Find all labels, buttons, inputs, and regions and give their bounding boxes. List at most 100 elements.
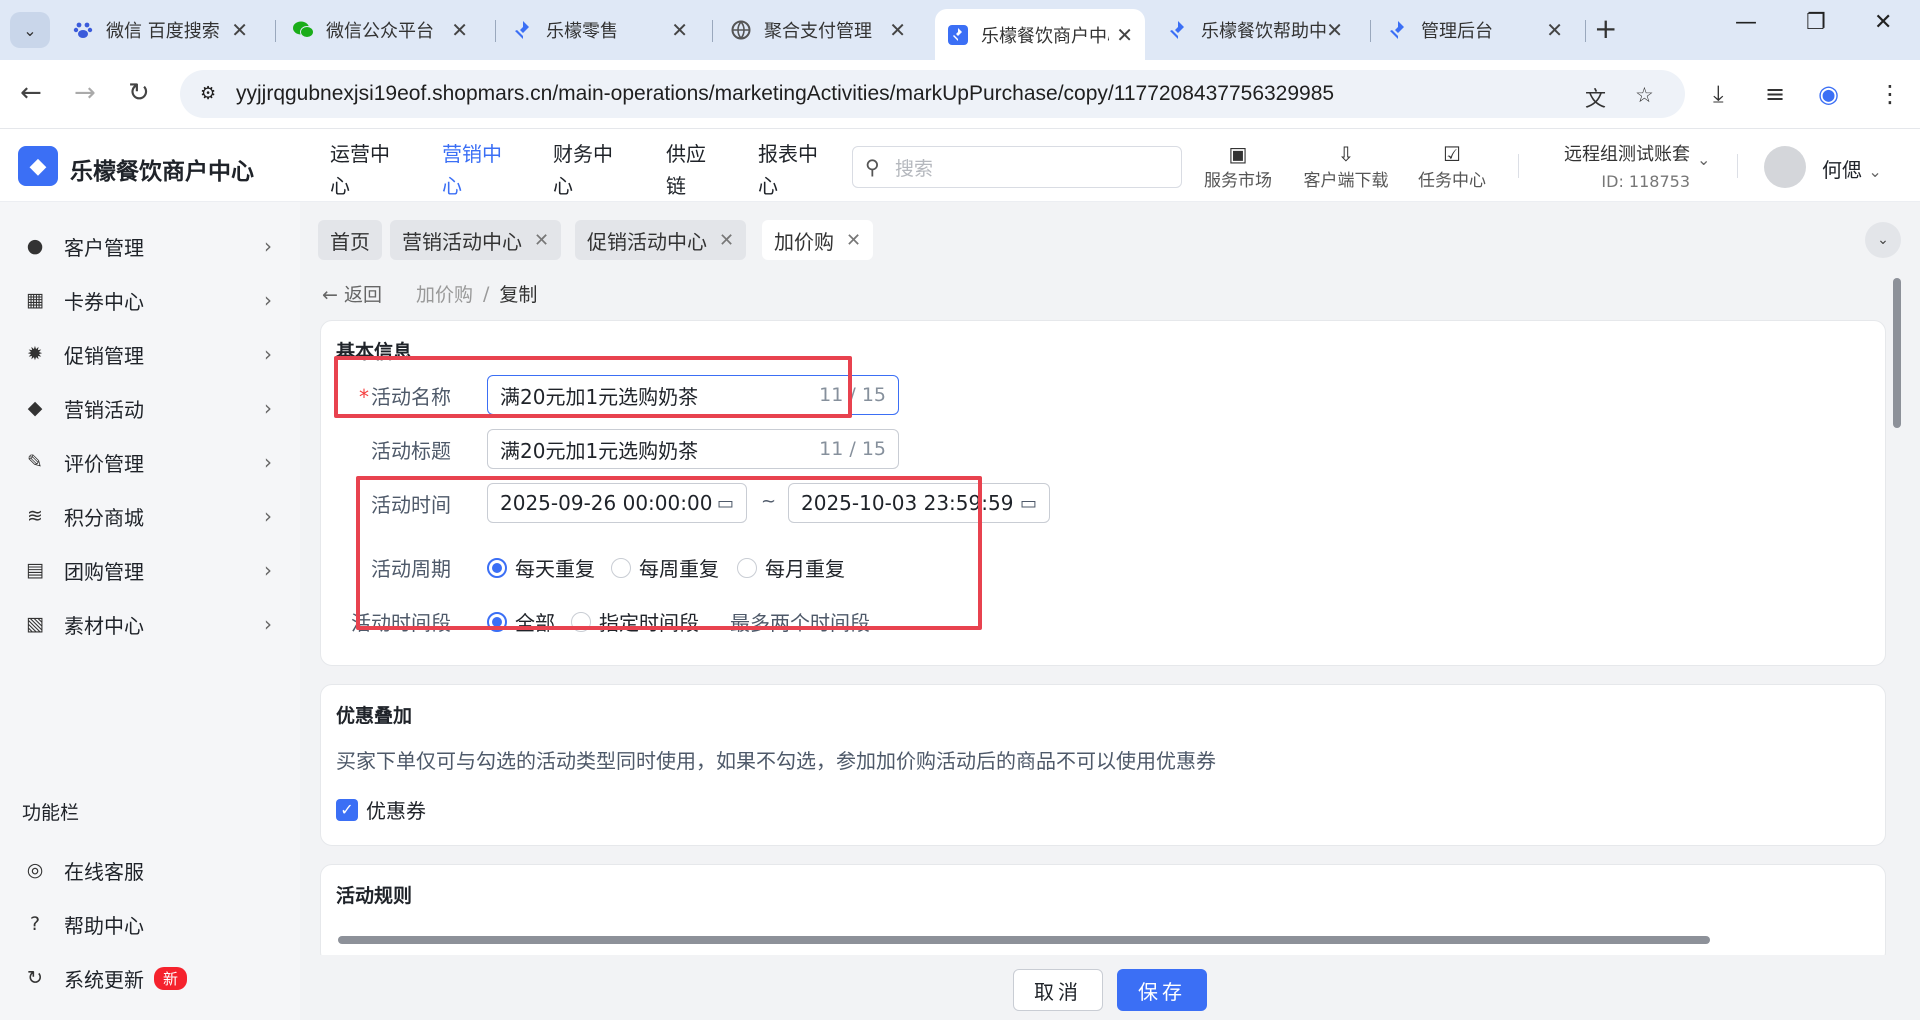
- avatar[interactable]: [1764, 146, 1806, 188]
- calendar-icon: ▭: [1019, 492, 1037, 514]
- vertical-scrollbar[interactable]: [1890, 266, 1904, 766]
- sidebar-item-group-buy[interactable]: ▤ 团购管理 ›: [0, 548, 300, 592]
- close-icon[interactable]: ✕: [451, 18, 468, 42]
- close-icon[interactable]: ✕: [1326, 18, 1343, 42]
- star-icon[interactable]: ☆: [1635, 83, 1654, 108]
- sidebar-item-marketing[interactable]: ◆ 营销活动 ›: [0, 386, 300, 430]
- sidebar-item-reviews[interactable]: ✎ 评价管理 ›: [0, 440, 300, 484]
- tab-divider: [1370, 20, 1371, 42]
- sidebar-item-materials[interactable]: ▧ 素材中心 ›: [0, 602, 300, 646]
- service-market-button[interactable]: ▣ 服务市场: [1196, 142, 1280, 191]
- browser-tab-active[interactable]: 乐檬餐饮商户中心 ✕: [935, 9, 1145, 60]
- restore-icon[interactable]: ❐: [1806, 10, 1826, 35]
- browser-tab[interactable]: 微信公众平台 ✕: [280, 9, 480, 51]
- page-tab-home[interactable]: 首页: [318, 220, 382, 260]
- wechat-icon: [292, 19, 314, 41]
- account-switcher[interactable]: 远程组测试账套 ID: 118753: [1555, 140, 1690, 191]
- discount-stacking-card: 优惠叠加 买家下单仅可与勾选的活动类型同时使用，如果不勾选，参加加价购活动后的商…: [320, 684, 1886, 846]
- edit-icon: ✎: [27, 451, 43, 473]
- browser-tab[interactable]: 聚合支付管理 ✕: [718, 9, 918, 51]
- close-icon[interactable]: ✕: [231, 18, 248, 42]
- radio-specified-period[interactable]: 指定时间段: [571, 607, 699, 636]
- minimize-icon[interactable]: —: [1735, 10, 1757, 35]
- close-icon[interactable]: ✕: [671, 18, 688, 42]
- page-tab-promotion-center[interactable]: 促销活动中心 ✕: [575, 220, 747, 260]
- task-center-button[interactable]: ☑ 任务中心: [1412, 142, 1492, 191]
- brand-logo-icon: ◆: [18, 146, 58, 186]
- topnav-marketing[interactable]: 营销中心: [442, 138, 514, 202]
- close-icon[interactable]: ✕: [534, 230, 549, 251]
- end-time-picker[interactable]: 2025-10-03 23:59:59 ▭: [788, 483, 1050, 523]
- radio-daily[interactable]: 每天重复: [487, 553, 595, 582]
- account-id: ID: 118753: [1601, 172, 1690, 191]
- horizontal-scrollbar[interactable]: [320, 933, 1880, 947]
- breadcrumb-item[interactable]: 加价购: [416, 280, 473, 307]
- basic-info-card: 基本信息 * 活动名称 满20元加1元选购奶茶 11 / 15 活动标题 满20元…: [320, 320, 1886, 666]
- window-close-icon[interactable]: ✕: [1874, 10, 1892, 35]
- coupon-checkbox[interactable]: ✓ 优惠券: [336, 795, 426, 824]
- back-link[interactable]: ← 返回: [322, 280, 382, 307]
- topnav-reports[interactable]: 报表中心: [758, 138, 830, 202]
- browser-tab[interactable]: 乐檬零售 ✕: [500, 9, 700, 51]
- sidebar-item-coupons[interactable]: ▦ 卡券中心 ›: [0, 278, 300, 322]
- activity-name-input[interactable]: 满20元加1元选购奶茶 11 / 15: [487, 375, 899, 415]
- header-divider: [1518, 154, 1519, 178]
- sidebar-item-system-update[interactable]: ↻ 系统更新新: [0, 956, 300, 1000]
- chevron-down-icon[interactable]: ⌄: [1697, 150, 1710, 169]
- close-icon[interactable]: ✕: [1116, 23, 1133, 47]
- topnav-supply[interactable]: 供应链: [666, 138, 714, 202]
- tab-search-button[interactable]: ⌄: [10, 12, 50, 48]
- chevron-down-icon[interactable]: ⌄: [1865, 222, 1901, 258]
- brand-name: 乐檬餐饮商户中心: [70, 159, 254, 185]
- profile-icon[interactable]: ◉: [1818, 80, 1839, 108]
- site-settings-icon[interactable]: ⚙: [200, 83, 216, 104]
- browser-tab[interactable]: 乐檬餐饮帮助中心 ✕: [1155, 9, 1355, 51]
- tab-divider: [712, 20, 713, 42]
- save-button[interactable]: 保存: [1117, 969, 1207, 1011]
- client-download-button[interactable]: ⇩ 客户端下载: [1296, 142, 1396, 191]
- gear-badge-icon: ✹: [27, 343, 43, 365]
- url-text: yyjjrqgubnexjsi19eof.shopmars.cn/main-op…: [236, 82, 1335, 105]
- page-tab-marketing-center[interactable]: 营销活动中心 ✕: [390, 220, 562, 260]
- media-icon[interactable]: ≡: [1765, 80, 1785, 108]
- download-icon[interactable]: ⤓: [1713, 80, 1724, 108]
- scroll-thumb[interactable]: [338, 936, 1710, 944]
- radio-monthly[interactable]: 每月重复: [737, 553, 845, 582]
- reload-icon[interactable]: ↻: [128, 78, 150, 108]
- scroll-thumb[interactable]: [1893, 278, 1901, 428]
- ticket-icon: ▦: [26, 289, 44, 311]
- new-tab-plus-icon[interactable]: +: [1594, 12, 1617, 45]
- lemeng-icon: [512, 19, 534, 41]
- start-time-picker[interactable]: 2025-09-26 00:00:00 ▭: [487, 483, 747, 523]
- radio-all-day[interactable]: 全部: [487, 607, 555, 636]
- close-icon[interactable]: ✕: [719, 230, 734, 251]
- browser-tab-title: 微信 百度搜索: [106, 21, 220, 42]
- translate-icon[interactable]: 文: [1585, 83, 1606, 113]
- user-name[interactable]: 何偲 ⌄: [1822, 154, 1882, 183]
- sidebar-item-points-mall[interactable]: ≋ 积分商城 ›: [0, 494, 300, 538]
- browser-tab-title: 聚合支付管理: [764, 21, 872, 42]
- activity-name-label: * 活动名称: [359, 385, 451, 409]
- close-icon[interactable]: ✕: [1546, 18, 1563, 42]
- forward-arrow-icon[interactable]: →: [74, 78, 96, 108]
- close-icon[interactable]: ✕: [889, 18, 906, 42]
- url-field[interactable]: ⚙ yyjjrqgubnexjsi19eof.shopmars.cn/main-…: [180, 70, 1685, 118]
- back-arrow-icon[interactable]: ←: [20, 78, 42, 108]
- browser-tab[interactable]: 管理后台 ✕: [1375, 9, 1575, 51]
- page-tab-markup-purchase[interactable]: 加价购 ✕: [762, 220, 874, 260]
- sidebar-item-customers[interactable]: ● 客户管理 ›: [0, 224, 300, 268]
- topnav-finance[interactable]: 财务中心: [553, 138, 625, 202]
- browser-tab[interactable]: 微信 百度搜索 ✕: [60, 9, 260, 51]
- breadcrumb-current: 复制: [499, 284, 538, 306]
- close-icon[interactable]: ✕: [846, 230, 861, 251]
- sidebar-item-online-service[interactable]: ◎ 在线客服: [0, 848, 300, 892]
- refresh-icon: ↻: [27, 967, 43, 989]
- sidebar-item-help[interactable]: ? 帮助中心: [0, 902, 300, 946]
- topnav-operations[interactable]: 运营中心: [330, 138, 402, 202]
- sidebar-item-promotions[interactable]: ✹ 促销管理 ›: [0, 332, 300, 376]
- search-input[interactable]: ⚲ 搜索: [852, 146, 1182, 188]
- cancel-button[interactable]: 取消: [1013, 969, 1103, 1011]
- more-menu-icon[interactable]: ⋮: [1878, 80, 1902, 108]
- activity-title-input[interactable]: 满20元加1元选购奶茶 11 / 15: [487, 429, 899, 469]
- radio-weekly[interactable]: 每周重复: [611, 553, 719, 582]
